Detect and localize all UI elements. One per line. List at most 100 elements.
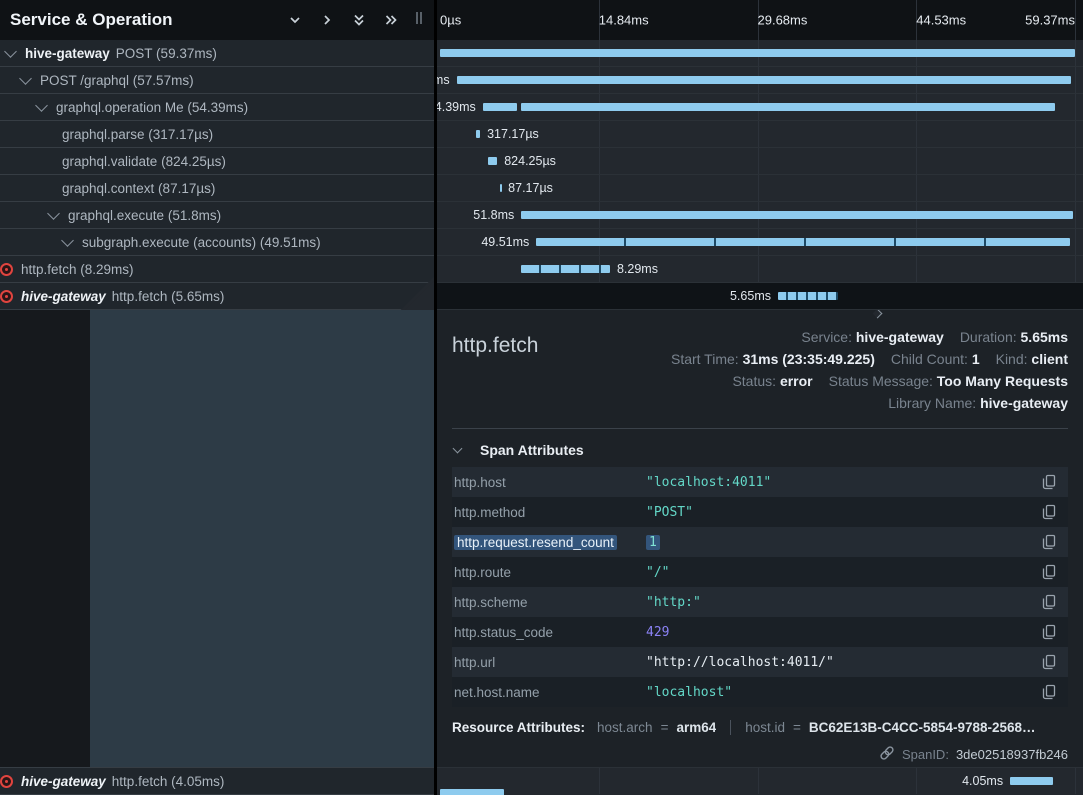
span-tree-row[interactable]: graphql.execute (51.8ms): [0, 202, 434, 229]
chevron-down-icon[interactable]: [47, 207, 60, 220]
span-duration-bar[interactable]: [778, 292, 838, 300]
copy-icon[interactable]: [1040, 502, 1058, 522]
span-timeline-row[interactable]: 824.25µs: [437, 148, 1083, 175]
resource-key: host.arch: [597, 720, 653, 735]
separator: [730, 720, 731, 735]
span-duration-bar[interactable]: [1010, 777, 1053, 785]
chevron-right-icon[interactable]: [329, 283, 434, 310]
double-chevron-right-icon[interactable]: [384, 13, 398, 27]
span-timeline-row[interactable]: 4.05ms: [437, 767, 1083, 794]
attribute-row[interactable]: http.host "localhost:4011": [452, 467, 1068, 497]
waterfall: 57.57ms 54.39ms 317.17µs 824.25µs 87.17µ…: [437, 40, 1083, 310]
timeline-tick: 0µs: [440, 13, 461, 28]
copy-icon[interactable]: [1040, 472, 1058, 492]
span-tree-row[interactable]: graphql.operation Me (54.39ms): [0, 94, 434, 121]
chevron-down-icon[interactable]: [4, 45, 17, 58]
meta-value: error: [780, 373, 813, 389]
span-tree-row[interactable]: hive-gateway http.fetch (4.05ms): [0, 768, 434, 795]
copy-icon[interactable]: [1040, 652, 1058, 672]
span-duration-bar[interactable]: [536, 238, 1070, 246]
attribute-row[interactable]: http.route "/": [452, 557, 1068, 587]
meta-label: Service:: [801, 329, 852, 345]
attribute-key: http.route: [454, 565, 511, 580]
timeline-panel: 0µs 14.84ms 29.68ms 44.53ms 59.37ms 57.5…: [437, 0, 1083, 795]
span-duration-bar[interactable]: [457, 76, 1071, 84]
span-timeline-row[interactable]: 57.57ms: [437, 67, 1083, 94]
span-duration-bar[interactable]: [483, 103, 517, 111]
span-tree-row[interactable]: graphql.validate (824.25µs): [0, 148, 434, 175]
span-id-row: SpanID: 3de02518937fb246: [452, 745, 1068, 764]
copy-icon[interactable]: [1040, 562, 1058, 582]
chevron-down-icon[interactable]: [19, 72, 32, 85]
span-label: POST /graphql (57.57ms): [40, 73, 194, 88]
panel-title: Service & Operation: [10, 10, 288, 30]
span-tree-row[interactable]: http.fetch (8.29ms): [0, 256, 434, 283]
span-timeline-row[interactable]: [437, 40, 1083, 67]
equals-sign: =: [793, 720, 801, 735]
attribute-value: "POST": [646, 505, 693, 520]
resource-attributes-title: Resource Attributes:: [452, 720, 585, 735]
attribute-value: 1: [646, 535, 660, 550]
error-badge-icon: [0, 290, 13, 303]
span-timeline-row[interactable]: 54.39ms: [437, 94, 1083, 121]
span-duration-bar[interactable]: [521, 103, 1055, 111]
chevron-right-icon[interactable]: [329, 768, 434, 795]
span-timeline-row[interactable]: 317.17µs: [437, 121, 1083, 148]
attribute-value: 429: [646, 625, 669, 640]
resource-attributes-row[interactable]: Resource Attributes: host.arch = arm64 h…: [452, 720, 1068, 735]
attribute-row[interactable]: http.method "POST": [452, 497, 1068, 527]
copy-icon[interactable]: [1040, 622, 1058, 642]
meta-value: hive-gateway: [856, 329, 944, 345]
span-tree: hive-gateway POST (59.37ms) POST /graphq…: [0, 40, 434, 310]
span-tree-row-selected[interactable]: hive-gateway http.fetch (5.65ms): [0, 283, 434, 310]
panel-resize-handle[interactable]: [414, 10, 424, 31]
span-duration-bar[interactable]: [521, 211, 1073, 219]
meta-label: Child Count:: [891, 351, 968, 367]
attribute-row-selected[interactable]: http.request.resend_count 1: [452, 527, 1068, 557]
link-icon[interactable]: [879, 745, 895, 764]
attribute-row[interactable]: net.host.name "localhost": [452, 677, 1068, 707]
span-meta: Service: hive-gateway Duration: 5.65ms S…: [655, 326, 1068, 414]
resource-value: arm64: [676, 720, 716, 735]
chevron-down-icon[interactable]: [61, 234, 74, 247]
attribute-row[interactable]: http.url "http://localhost:4011/": [452, 647, 1068, 677]
span-timeline-row[interactable]: 87.17µs: [437, 175, 1083, 202]
meta-label: Status:: [732, 373, 776, 389]
span-timeline-row[interactable]: 8.29ms: [437, 256, 1083, 283]
meta-value: Too Many Requests: [937, 373, 1068, 389]
meta-value: client: [1031, 351, 1068, 367]
span-timeline-row[interactable]: 51.8ms: [437, 202, 1083, 229]
span-timeline-row[interactable]: 49.51ms: [437, 229, 1083, 256]
span-duration-label: 4.05ms: [955, 774, 1010, 788]
span-duration-bar[interactable]: [440, 49, 1075, 57]
copy-icon[interactable]: [1040, 592, 1058, 612]
span-tree-row[interactable]: POST /graphql (57.57ms): [0, 67, 434, 94]
span-label: graphql.execute (51.8ms): [68, 208, 221, 223]
chevron-right-icon[interactable]: [325, 256, 434, 283]
span-label: http.fetch (8.29ms): [21, 262, 134, 277]
span-timeline-row-selected[interactable]: 5.65ms: [437, 283, 1083, 310]
double-chevron-down-icon[interactable]: [352, 13, 366, 27]
span-attributes-table: http.host "localhost:4011" http.method "…: [452, 467, 1068, 707]
span-duration-label: 54.39ms: [437, 100, 483, 114]
timeline-tick: 44.53ms: [916, 13, 966, 28]
service-name: hive-gateway: [25, 46, 110, 61]
copy-icon[interactable]: [1040, 682, 1058, 702]
timeline-tick: 59.37ms: [1025, 13, 1075, 28]
span-duration-bar[interactable]: [521, 265, 610, 273]
span-duration-label: 49.51ms: [474, 235, 536, 249]
chevron-down-icon[interactable]: [288, 13, 302, 27]
chevron-right-icon[interactable]: [320, 13, 334, 27]
span-duration-label: 824.25µs: [497, 154, 563, 168]
meta-label: Start Time:: [671, 351, 739, 367]
span-tree-row[interactable]: subgraph.execute (accounts) (49.51ms): [0, 229, 434, 256]
copy-icon[interactable]: [1040, 532, 1058, 552]
attribute-row[interactable]: http.scheme "http:": [452, 587, 1068, 617]
span-duration-bar[interactable]: [488, 157, 497, 165]
chevron-down-icon[interactable]: [35, 99, 48, 112]
attribute-row[interactable]: http.status_code 429: [452, 617, 1068, 647]
span-tree-row[interactable]: hive-gateway POST (59.37ms): [0, 40, 434, 67]
span-tree-row[interactable]: graphql.context (87.17µs): [0, 175, 434, 202]
span-tree-row[interactable]: graphql.parse (317.17µs): [0, 121, 434, 148]
span-attributes-header[interactable]: Span Attributes: [454, 442, 1068, 458]
